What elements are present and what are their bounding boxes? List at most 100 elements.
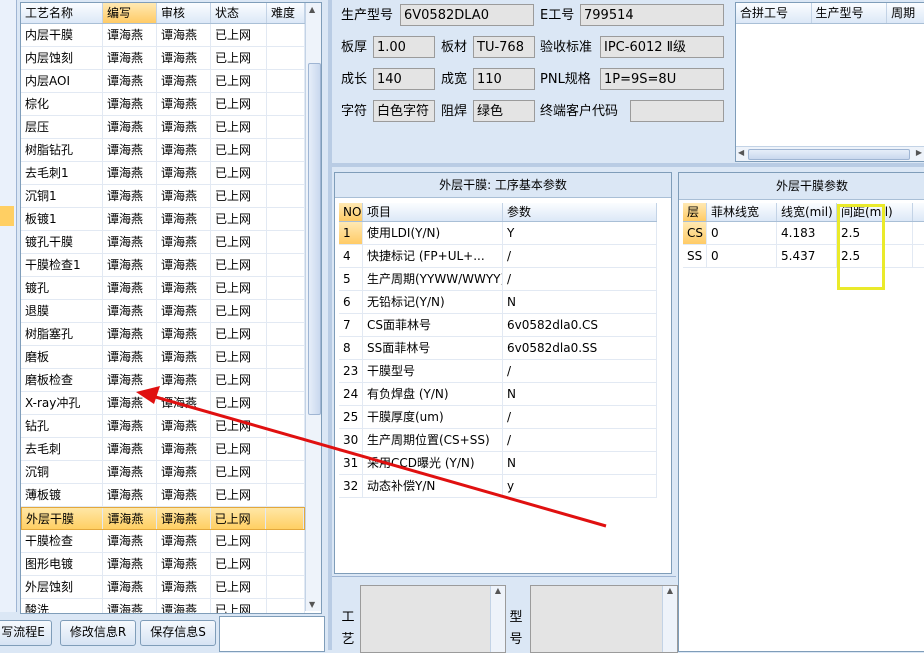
process-row[interactable]: 沉铜1 谭海燕 谭海燕 已上网 (21, 185, 305, 208)
scroll-left-icon[interactable]: ◀ (738, 148, 744, 157)
param-row[interactable]: 32 动态补偿Y/N y (339, 475, 657, 498)
mask-field[interactable]: 绿色 (473, 100, 535, 122)
column-header-process-name[interactable]: 工艺名称 (21, 3, 103, 23)
process-row[interactable]: 磨板 谭海燕 谭海燕 已上网 (21, 346, 305, 369)
process-row[interactable]: 磨板检查 谭海燕 谭海燕 已上网 (21, 369, 305, 392)
horizontal-splitter[interactable] (332, 163, 924, 167)
param-no-cell: 8 (339, 337, 363, 359)
author-cell: 谭海燕 (103, 553, 157, 575)
process-row[interactable]: 去毛刺 谭海燕 谭海燕 已上网 (21, 438, 305, 461)
author-cell: 谭海燕 (103, 530, 157, 552)
process-row[interactable]: X-ray冲孔 谭海燕 谭海燕 已上网 (21, 392, 305, 415)
process-grid-scrollbar[interactable]: ▲ ▼ (305, 3, 321, 611)
param-row[interactable]: 23 干膜型号 / (339, 360, 657, 383)
scroll-thumb[interactable] (308, 63, 321, 415)
column-header-line-width[interactable]: 线宽(mil) (777, 203, 837, 221)
process-row[interactable]: 内层蚀刻 谭海燕 谭海燕 已上网 (21, 47, 305, 70)
process-row[interactable]: 薄板镀 谭海燕 谭海燕 已上网 (21, 484, 305, 507)
scroll-right-icon[interactable]: ▶ (916, 148, 922, 157)
process-memo-field[interactable]: ▲ (360, 585, 506, 653)
difficulty-cell (267, 530, 305, 552)
write-flow-button[interactable]: 写流程E (0, 620, 52, 646)
process-row[interactable]: 镀孔 谭海燕 谭海燕 已上网 (21, 277, 305, 300)
param-row[interactable]: 4 快捷标记 (FP+UL+... / (339, 245, 657, 268)
column-header-product-model[interactable]: 生产型号 (812, 3, 888, 23)
param-item-cell: 快捷标记 (FP+UL+... (363, 245, 503, 267)
process-name-cell: X-ray冲孔 (21, 392, 103, 414)
combine-table-hscrollbar[interactable]: ◀ ▶ (736, 146, 924, 161)
thickness-field[interactable]: 1.00 (373, 36, 435, 58)
film-row[interactable]: SS 0 5.437 2.5 (683, 245, 924, 268)
save-info-button[interactable]: 保存信息S (140, 620, 216, 646)
film-row[interactable]: CS 0 4.183 2.5 (683, 222, 924, 245)
column-header-film-line-width[interactable]: 菲林线宽 (707, 203, 777, 221)
process-row[interactable]: 层压 谭海燕 谭海燕 已上网 (21, 116, 305, 139)
column-header-period[interactable]: 周期 (887, 3, 924, 23)
combine-scroll-thumb[interactable] (748, 149, 910, 160)
difficulty-cell (267, 116, 305, 138)
column-header-author[interactable]: 编写 (103, 3, 157, 23)
param-row[interactable]: 5 生产周期(YYWW/WWYY) / (339, 268, 657, 291)
process-row[interactable]: 酸洗 谭海燕 谭海燕 已上网 (21, 599, 305, 613)
column-header-difficulty[interactable]: 难度 (267, 3, 305, 23)
column-header-item[interactable]: 项目 (363, 203, 503, 221)
process-row[interactable]: 镀孔干膜 谭海燕 谭海燕 已上网 (21, 231, 305, 254)
process-row[interactable]: 干膜检查 谭海燕 谭海燕 已上网 (21, 530, 305, 553)
combine-table[interactable]: 合拼工号 生产型号 周期 ◀ ▶ (735, 2, 924, 162)
process-param-panel: 外层干膜: 工序基本参数 NO 项目 参数 1 使用LDI(Y/N) Y 4 快捷标记 … (334, 172, 672, 574)
material-field[interactable]: TU-768 (473, 36, 535, 58)
param-row[interactable]: 30 生产周期位置(CS+SS) / (339, 429, 657, 452)
param-no-cell: 30 (339, 429, 363, 451)
char-field[interactable]: 白色字符 (373, 100, 435, 122)
modify-info-button[interactable]: 修改信息R (60, 620, 136, 646)
model-memo-field[interactable]: ▲ (530, 585, 678, 653)
param-item-cell: 有负焊盘 (Y/N) (363, 383, 503, 405)
width-field[interactable]: 110 (473, 68, 535, 90)
process-row[interactable]: 树脂钻孔 谭海燕 谭海燕 已上网 (21, 139, 305, 162)
product-model-field[interactable]: 6V0582DLA0 (400, 4, 534, 26)
process-row[interactable]: 图形电镀 谭海燕 谭海燕 已上网 (21, 553, 305, 576)
process-row[interactable]: 树脂塞孔 谭海燕 谭海燕 已上网 (21, 323, 305, 346)
column-header-reviewer[interactable]: 审核 (157, 3, 211, 23)
param-panel-title: 外层干膜: 工序基本参数 (335, 173, 671, 198)
vertical-splitter[interactable] (328, 0, 332, 650)
param-row[interactable]: 7 CS面菲林号 6v0582dla0.CS (339, 314, 657, 337)
column-header-param[interactable]: 参数 (503, 203, 657, 221)
model-memo-scrollbar[interactable]: ▲ (662, 586, 677, 652)
process-row[interactable]: 内层干膜 谭海燕 谭海燕 已上网 (21, 24, 305, 47)
param-row[interactable]: 8 SS面菲林号 6v0582dla0.SS (339, 337, 657, 360)
process-row[interactable]: 退膜 谭海燕 谭海燕 已上网 (21, 300, 305, 323)
column-header-status[interactable]: 状态 (211, 3, 267, 23)
process-name-cell: 棕化 (21, 93, 103, 115)
pnl-label: PNL规格 (540, 72, 591, 87)
process-row[interactable]: 内层AOI 谭海燕 谭海燕 已上网 (21, 70, 305, 93)
param-value-cell: y (503, 475, 657, 497)
column-header-combine-number[interactable]: 合拼工号 (736, 3, 812, 23)
process-row[interactable]: 钻孔 谭海燕 谭海燕 已上网 (21, 415, 305, 438)
process-memo-scrollbar[interactable]: ▲ (490, 586, 505, 652)
pnl-field[interactable]: 1P=9S=8U (600, 68, 724, 90)
process-row[interactable]: 棕化 谭海燕 谭海燕 已上网 (21, 93, 305, 116)
process-row[interactable]: 板镀1 谭海燕 谭海燕 已上网 (21, 208, 305, 231)
process-grid[interactable]: 工艺名称 编写 审核 状态 难度 内层干膜 谭海燕 谭海燕 已上网 内层蚀刻 谭海燕 谭海燕… (20, 2, 322, 614)
e-number-field[interactable]: 799514 (580, 4, 724, 26)
process-row[interactable]: 去毛刺1 谭海燕 谭海燕 已上网 (21, 162, 305, 185)
customer-field[interactable] (630, 100, 724, 122)
acceptance-field[interactable]: IPC-6012 Ⅱ级 (600, 36, 724, 58)
process-row[interactable]: 沉铜 谭海燕 谭海燕 已上网 (21, 461, 305, 484)
column-header-layer[interactable]: 层 (683, 203, 707, 221)
process-row[interactable]: 外层蚀刻 谭海燕 谭海燕 已上网 (21, 576, 305, 599)
param-row[interactable]: 25 干膜厚度(um) / (339, 406, 657, 429)
param-row[interactable]: 31 采用CCD曝光 (Y/N) N (339, 452, 657, 475)
status-cell: 已上网 (211, 553, 267, 575)
process-row[interactable]: 外层干膜 谭海燕 谭海燕 已上网 (21, 507, 305, 530)
param-row[interactable]: 6 无铅标记(Y/N) N (339, 291, 657, 314)
scroll-down-icon[interactable]: ▼ (309, 600, 315, 609)
param-row[interactable]: 24 有负焊盘 (Y/N) N (339, 383, 657, 406)
process-row[interactable]: 干膜检查1 谭海燕 谭海燕 已上网 (21, 254, 305, 277)
length-field[interactable]: 140 (373, 68, 435, 90)
column-header-no[interactable]: NO (339, 203, 363, 221)
info-memo-field[interactable] (219, 616, 325, 652)
scroll-up-icon[interactable]: ▲ (309, 5, 315, 14)
param-row[interactable]: 1 使用LDI(Y/N) Y (339, 222, 657, 245)
